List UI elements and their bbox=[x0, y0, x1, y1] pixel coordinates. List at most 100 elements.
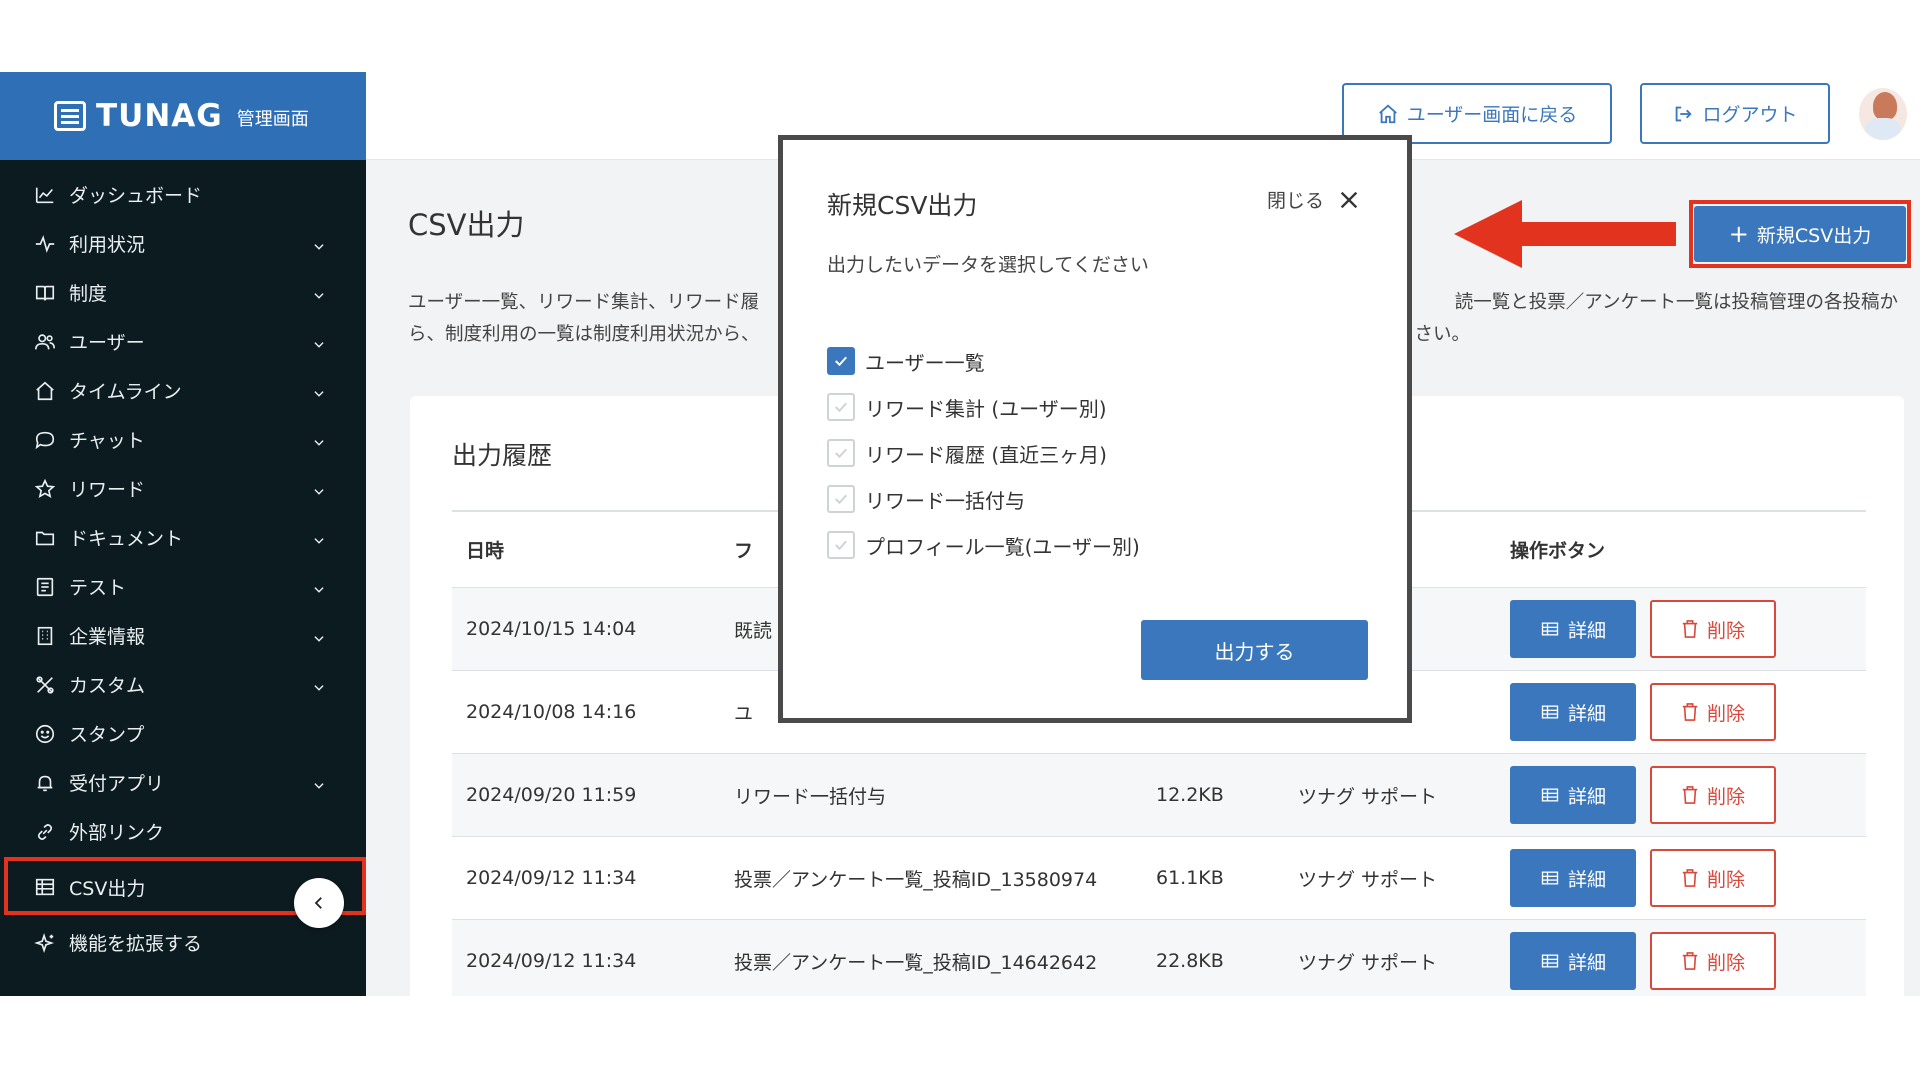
sidebar-item-bell[interactable]: 受付アプリ bbox=[0, 758, 366, 807]
logout-button[interactable]: ログアウト bbox=[1640, 83, 1830, 144]
detail-label: 詳細 bbox=[1567, 619, 1606, 642]
column-date: 日時 bbox=[466, 540, 505, 562]
sidebar-item-home[interactable]: タイムライン bbox=[0, 366, 366, 415]
export-option[interactable]: ユーザー一覧 bbox=[827, 346, 985, 376]
cell-date: 2024/09/20 11:59 bbox=[466, 784, 637, 806]
checkbox[interactable] bbox=[827, 439, 855, 467]
checkbox[interactable] bbox=[827, 531, 855, 559]
sidebar-item-label: チャット bbox=[69, 430, 145, 452]
sidebar-item-label: 制度 bbox=[69, 283, 108, 305]
column-ops: 操作ボタン bbox=[1510, 540, 1606, 562]
export-option[interactable]: リワード履歴 (直近三ヶ月) bbox=[827, 438, 1107, 468]
checkbox[interactable] bbox=[827, 485, 855, 513]
delete-button[interactable]: 削除 bbox=[1650, 600, 1776, 658]
check-icon bbox=[835, 402, 847, 413]
detail-button[interactable]: 詳細 bbox=[1510, 849, 1636, 907]
link-icon bbox=[33, 820, 57, 844]
export-option-label: プロフィール一覧(ユーザー別) bbox=[865, 534, 1140, 559]
export-option-label: リワード履歴 (直近三ヶ月) bbox=[865, 442, 1107, 467]
brand-header[interactable]: TUNAG 管理画面 bbox=[0, 72, 366, 160]
bell-icon bbox=[33, 771, 57, 795]
sidebar-item-label: 企業情報 bbox=[69, 626, 146, 648]
sidebar-item-label: リワード bbox=[69, 479, 146, 501]
sidebar-item-pulse[interactable]: 利用状況 bbox=[0, 219, 366, 268]
cell-ops: 詳細 削除 bbox=[1510, 849, 1866, 907]
logout-label: ログアウト bbox=[1702, 104, 1798, 126]
cell-file: リワード一括付与 bbox=[734, 785, 887, 808]
sidebar-item-label: 外部リンク bbox=[69, 822, 165, 844]
collapse-sidebar-button[interactable] bbox=[294, 878, 344, 928]
sidebar-item-building[interactable]: 企業情報 bbox=[0, 611, 366, 660]
cell-ops: 詳細 削除 bbox=[1510, 766, 1866, 824]
sidebar-item-label: タイムライン bbox=[69, 381, 182, 403]
test-icon bbox=[33, 575, 57, 599]
sidebar-item-folder[interactable]: ドキュメント bbox=[0, 513, 366, 562]
export-option[interactable]: プロフィール一覧(ユーザー別) bbox=[827, 530, 1140, 560]
export-option[interactable]: リワード集計 (ユーザー別) bbox=[827, 392, 1107, 422]
annotation-arrow bbox=[1454, 200, 1676, 268]
delete-label: 削除 bbox=[1706, 951, 1745, 974]
detail-button[interactable]: 詳細 bbox=[1510, 932, 1636, 990]
chevron-down-icon bbox=[312, 580, 326, 594]
detail-button[interactable]: 詳細 bbox=[1510, 683, 1636, 741]
sidebar-item-test[interactable]: テスト bbox=[0, 562, 366, 611]
app-window: TUNAG 管理画面 ダッシュボード 利用状況 制度 ユーザー タイムライン チャット リワ… bbox=[0, 72, 1920, 996]
delete-button[interactable]: 削除 bbox=[1650, 932, 1776, 990]
sidebar-item-users[interactable]: ユーザー bbox=[0, 317, 366, 366]
check-icon bbox=[835, 448, 847, 459]
close-icon bbox=[1340, 191, 1358, 208]
new-csv-export-button[interactable]: + 新規CSV出力 bbox=[1694, 206, 1906, 262]
cell-file: 投票／アンケート一覧_投稿ID_14642642 bbox=[734, 951, 1098, 974]
sidebar-item-tools[interactable]: カスタム bbox=[0, 660, 366, 709]
folder-icon bbox=[33, 526, 57, 550]
user-avatar[interactable] bbox=[1859, 88, 1907, 140]
table-row: 2024/09/12 11:34 投票／アンケート一覧_投稿ID_14642642… bbox=[452, 920, 1866, 996]
delete-button[interactable]: 削除 bbox=[1650, 683, 1776, 741]
book-icon bbox=[33, 281, 57, 305]
sidebar-item-label: ダッシュボード bbox=[69, 185, 203, 207]
sidebar-item-star[interactable]: リワード bbox=[0, 464, 366, 513]
sidebar-item-chart[interactable]: ダッシュボード bbox=[0, 170, 366, 219]
sidebar-item-link[interactable]: 外部リンク bbox=[0, 807, 366, 856]
smile-icon bbox=[33, 722, 57, 746]
sidebar-item-chat[interactable]: チャット bbox=[0, 415, 366, 464]
description-line-1: ユーザー一覧、リワード集計、リワード履 bbox=[408, 292, 760, 313]
modal-close-label: 閉じる bbox=[1267, 190, 1325, 212]
export-option[interactable]: リワード一括付与 bbox=[827, 484, 1025, 514]
modal-close-button[interactable]: 閉じる bbox=[1267, 186, 1360, 213]
cell-ops: 詳細 削除 bbox=[1510, 600, 1866, 658]
export-submit-button[interactable]: 出力する bbox=[1141, 620, 1368, 680]
chart-icon bbox=[33, 183, 57, 207]
delete-button[interactable]: 削除 bbox=[1650, 766, 1776, 824]
new-csv-export-modal: 新規CSV出力 閉じる 出力したいデータを選択してください ユーザー一覧 リワード… bbox=[778, 135, 1412, 723]
sidebar-item-smile[interactable]: スタンプ bbox=[0, 709, 366, 758]
cell-date: 2024/09/12 11:34 bbox=[466, 867, 637, 889]
chevron-left-icon bbox=[314, 897, 322, 909]
cell-ops: 詳細 削除 bbox=[1510, 683, 1866, 741]
description-line-2-right: さい。 bbox=[1414, 324, 1470, 345]
chat-icon bbox=[33, 428, 57, 452]
sidebar-item-book[interactable]: 制度 bbox=[0, 268, 366, 317]
brand-subtitle: 管理画面 bbox=[236, 109, 309, 130]
sidebar: TUNAG 管理画面 ダッシュボード利用状況制度ユーザータイムライン チャットリワ… bbox=[0, 72, 366, 996]
cell-user: ツナグ サポート bbox=[1298, 868, 1438, 891]
table-icon bbox=[1541, 622, 1559, 636]
logout-icon bbox=[1676, 106, 1693, 121]
chevron-down-icon bbox=[312, 335, 326, 349]
delete-button[interactable]: 削除 bbox=[1650, 849, 1776, 907]
chevron-down-icon bbox=[312, 384, 326, 398]
detail-button[interactable]: 詳細 bbox=[1510, 600, 1636, 658]
checkbox[interactable] bbox=[827, 347, 855, 375]
detail-button[interactable]: 詳細 bbox=[1510, 766, 1636, 824]
sidebar-item-label: テスト bbox=[69, 577, 127, 599]
delete-label: 削除 bbox=[1706, 702, 1745, 725]
table-row: 2024/09/12 11:34 投票／アンケート一覧_投稿ID_13580974… bbox=[452, 837, 1866, 920]
cell-date: 2024/10/15 14:04 bbox=[466, 618, 637, 640]
checkbox[interactable] bbox=[827, 393, 855, 421]
detail-label: 詳細 bbox=[1567, 951, 1606, 974]
users-icon bbox=[33, 330, 57, 354]
sidebar-item-label: 機能を拡張する bbox=[69, 933, 203, 955]
check-icon bbox=[835, 494, 847, 505]
sidebar-item-label: ドキュメント bbox=[69, 528, 184, 550]
export-option-label: ユーザー一覧 bbox=[865, 350, 985, 375]
